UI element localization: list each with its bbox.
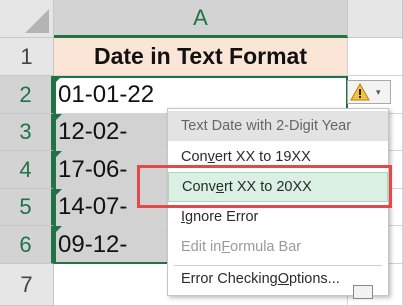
cell-a2-value: 01-01-22	[58, 80, 155, 108]
edit-in-formula-bar-post: ormula Bar	[230, 239, 302, 255]
error-checking-menu: Text Date with 2-Digit Year Con v ert XX t…	[167, 108, 389, 296]
row-header-4[interactable]: 4	[0, 151, 54, 189]
cell-a6-value: 09-12-	[58, 230, 128, 258]
warning-icon	[350, 83, 370, 101]
paste-options-icon[interactable]	[353, 285, 373, 299]
error-indicator	[54, 226, 62, 234]
column-header-b[interactable]	[348, 0, 403, 38]
ignore-error-item[interactable]: Ignore Error	[168, 202, 388, 232]
convert-to-20xx-key: e	[215, 179, 224, 195]
convert-to-20xx-post: rt XX to 20XX	[223, 179, 312, 195]
convert-to-19xx-key: v	[207, 149, 215, 165]
cell-a5-value: 14-07-	[58, 193, 128, 220]
error-indicator	[54, 151, 62, 159]
error-checking-button[interactable]: ▾	[347, 80, 391, 104]
cell-a3-value: 12-02-	[58, 118, 128, 145]
error-indicator	[54, 76, 62, 84]
column-header-a[interactable]: A	[54, 0, 348, 38]
convert-to-19xx-post: ert XX to 19XX	[214, 149, 311, 165]
edit-in-formula-bar-key: F	[221, 239, 231, 255]
error-indicator	[54, 114, 62, 122]
convert-to-20xx-item[interactable]: Conv e rt XX to 20XX	[168, 172, 388, 202]
menu-title: Text Date with 2-Digit Year	[168, 111, 388, 141]
chevron-down-icon: ▾	[376, 86, 381, 97]
convert-to-19xx-item[interactable]: Con v ert XX to 19XX	[168, 142, 388, 172]
row-header-7[interactable]: 7	[0, 264, 54, 306]
row-header-6[interactable]: 6	[0, 226, 54, 264]
cell-b1[interactable]	[348, 38, 403, 76]
error-checking-options-post: ptions...	[288, 271, 340, 287]
ignore-error-post: gnore Error	[185, 209, 259, 225]
error-checking-options-pre: Error Checking	[181, 271, 278, 287]
select-all-button[interactable]	[0, 0, 54, 38]
row-header-3[interactable]: 3	[0, 114, 54, 151]
row-header-1[interactable]: 1	[0, 38, 54, 76]
error-checking-options-key: O	[277, 271, 289, 287]
convert-to-19xx-pre: Con	[181, 149, 208, 165]
edit-in-formula-bar-item[interactable]: Edit in Formula Bar	[168, 232, 388, 262]
row-header-2[interactable]: 2	[0, 76, 54, 114]
row-header-5[interactable]: 5	[0, 189, 54, 226]
edit-in-formula-bar-pre: Edit in	[181, 239, 222, 255]
error-indicator	[54, 189, 62, 197]
convert-to-20xx-pre: Conv	[182, 179, 216, 195]
cell-a4-value: 17-06-	[58, 155, 128, 183]
cell-a1[interactable]: Date in Text Format	[54, 38, 348, 76]
